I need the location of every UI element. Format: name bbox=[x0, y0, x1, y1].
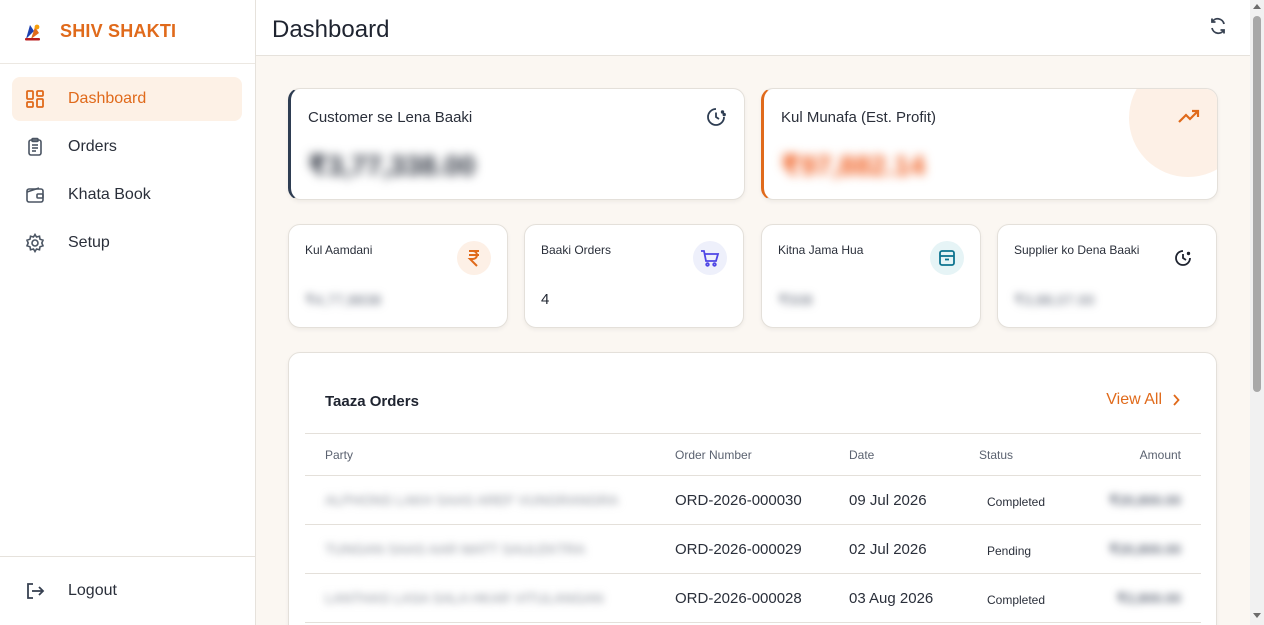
clipboard-icon bbox=[24, 136, 46, 158]
recent-orders-card: Taaza Orders View All Party Order Number… bbox=[288, 352, 1217, 625]
table-row[interactable]: TUNGAN SAAS AAR MATT SAULEKTRA ORD-2026-… bbox=[305, 525, 1201, 574]
refresh-icon bbox=[1208, 16, 1228, 41]
sidebar-item-label: Setup bbox=[68, 234, 110, 251]
view-all-link[interactable]: View All bbox=[1106, 391, 1180, 409]
amount-cell: ₹20,800.00 bbox=[1108, 541, 1181, 557]
sidebar-item-setup[interactable]: Setup bbox=[12, 221, 242, 265]
amount-cell: ₹20,800.00 bbox=[1108, 492, 1181, 508]
column-header-date: Date bbox=[849, 448, 875, 462]
party-cell: TUNGAN SAAS AAR MATT SAULEKTRA bbox=[325, 541, 586, 557]
brand-header: SHIV SHAKTI bbox=[0, 0, 255, 64]
refresh-button[interactable] bbox=[1206, 16, 1230, 40]
sidebar-nav: Dashboard Orders Khata Book Setup bbox=[0, 64, 255, 265]
order-number-cell: ORD-2026-000028 bbox=[675, 590, 802, 607]
dashboard-main: Customer se Lena Baaki ₹3,77,338.00 Kul … bbox=[256, 57, 1250, 625]
decorative-circle bbox=[1129, 89, 1217, 177]
date-cell: 09 Jul 2026 bbox=[849, 492, 927, 509]
stat-label: Baaki Orders bbox=[541, 243, 612, 257]
party-cell: ALPHONS LAKH SAAS AREF VUNGRANGRA bbox=[325, 492, 619, 508]
logout-button[interactable]: Logout bbox=[12, 569, 117, 613]
logout-icon bbox=[24, 580, 46, 602]
gear-icon bbox=[24, 232, 46, 254]
scroll-down-arrow-icon[interactable] bbox=[1253, 613, 1261, 618]
scroll-up-arrow-icon[interactable] bbox=[1253, 4, 1261, 9]
profit-card: Kul Munafa (Est. Profit) ₹97,882.14 bbox=[761, 88, 1218, 200]
column-header-order-number: Order Number bbox=[675, 448, 752, 462]
order-number-cell: ORD-2026-000030 bbox=[675, 492, 802, 509]
profit-value: ₹97,882.14 bbox=[781, 150, 926, 181]
vertical-scrollbar[interactable] bbox=[1250, 0, 1264, 625]
stat-value: 4 bbox=[541, 291, 550, 308]
sidebar-item-khata-book[interactable]: Khata Book bbox=[12, 173, 242, 217]
chevron-right-icon bbox=[1172, 394, 1180, 406]
stat-value: ₹508 bbox=[778, 292, 813, 309]
dashboard-grid-icon bbox=[24, 88, 46, 110]
clock-icon bbox=[704, 105, 728, 129]
sidebar-item-orders[interactable]: Orders bbox=[12, 125, 242, 169]
stat-card-baaki-orders: Baaki Orders 4 bbox=[524, 224, 744, 328]
table-row[interactable]: ALPHONS LAKH SAAS AREF VUNGRANGRA ORD-20… bbox=[305, 476, 1201, 525]
clock-icon bbox=[1166, 241, 1200, 275]
sidebar-item-label: Khata Book bbox=[68, 186, 151, 203]
page-title: Dashboard bbox=[272, 16, 390, 43]
stat-label: Kitna Jama Hua bbox=[778, 243, 864, 257]
sidebar-footer: Logout bbox=[0, 556, 255, 625]
stat-card-supplier-dena-baaki: Supplier ko Dena Baaki ₹3,88,07.00 bbox=[997, 224, 1217, 328]
rupee-icon bbox=[457, 241, 491, 275]
cart-icon bbox=[693, 241, 727, 275]
column-header-party: Party bbox=[325, 448, 354, 462]
orders-table: Party Order Number Date Status Amount AL… bbox=[305, 433, 1201, 623]
scrollbar-thumb[interactable] bbox=[1253, 16, 1261, 392]
amount-cell: ₹2,800.00 bbox=[1116, 590, 1181, 606]
recent-orders-title: Taaza Orders bbox=[325, 393, 419, 410]
sidebar-item-label: Orders bbox=[68, 138, 117, 155]
stat-value: ₹4,77,8838 bbox=[305, 292, 382, 309]
stat-card-kul-aamdani: Kul Aamdani ₹4,77,8838 bbox=[288, 224, 508, 328]
top-bar: Dashboard bbox=[256, 0, 1250, 56]
stat-card-kitna-jama-hua: Kitna Jama Hua ₹508 bbox=[761, 224, 981, 328]
stat-label: Kul Aamdani bbox=[305, 243, 373, 257]
stat-label: Supplier ko Dena Baaki bbox=[1014, 243, 1140, 257]
column-header-status: Status bbox=[979, 448, 1014, 462]
status-badge: Completed bbox=[987, 593, 1046, 607]
stat-value: ₹3,88,07.00 bbox=[1014, 292, 1095, 309]
date-cell: 03 Aug 2026 bbox=[849, 590, 934, 607]
column-header-amount: Amount bbox=[1139, 448, 1181, 462]
brand-logo-icon bbox=[22, 21, 44, 43]
status-badge: Pending bbox=[987, 544, 1032, 558]
table-header: Party Order Number Date Status Amount bbox=[305, 433, 1201, 476]
receivable-label: Customer se Lena Baaki bbox=[308, 109, 473, 126]
sidebar: SHIV SHAKTI Dashboard Orders Khata Book … bbox=[0, 0, 256, 625]
status-badge: Completed bbox=[987, 495, 1046, 509]
receivable-card: Customer se Lena Baaki ₹3,77,338.00 bbox=[288, 88, 745, 200]
sidebar-item-dashboard[interactable]: Dashboard bbox=[12, 77, 242, 121]
logout-label: Logout bbox=[68, 582, 117, 599]
trending-up-icon bbox=[1177, 105, 1201, 129]
table-row[interactable]: LANTHAS LASA SALA HKAR VITULANGAN ORD-20… bbox=[305, 574, 1201, 623]
archive-box-icon bbox=[930, 241, 964, 275]
party-cell: LANTHAS LASA SALA HKAR VITULANGAN bbox=[325, 590, 604, 606]
order-number-cell: ORD-2026-000029 bbox=[675, 541, 802, 558]
profit-label: Kul Munafa (Est. Profit) bbox=[781, 109, 937, 126]
date-cell: 02 Jul 2026 bbox=[849, 541, 927, 558]
brand-name: SHIV SHAKTI bbox=[60, 21, 177, 41]
wallet-icon bbox=[24, 184, 46, 206]
view-all-label: View All bbox=[1106, 391, 1162, 408]
sidebar-item-label: Dashboard bbox=[68, 90, 147, 107]
receivable-value: ₹3,77,338.00 bbox=[308, 150, 476, 181]
